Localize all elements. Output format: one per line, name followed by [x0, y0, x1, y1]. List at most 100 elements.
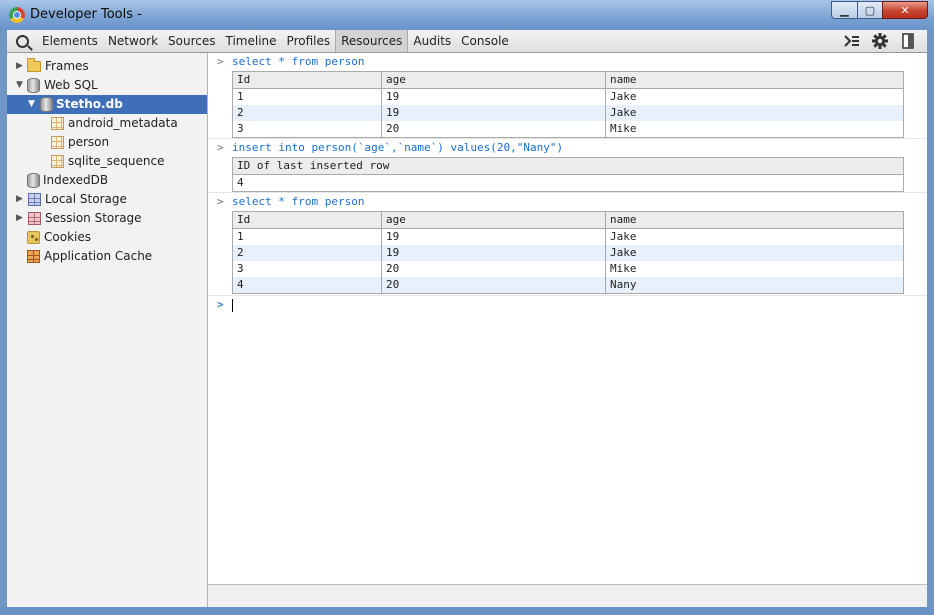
tab-network[interactable]: Network [103, 30, 163, 52]
gear-icon [872, 33, 888, 49]
table-header-row: Id age name [232, 211, 904, 229]
table-cell: 19 [381, 105, 606, 121]
prompt-icon: > [217, 195, 224, 208]
table-cell: Mike [605, 261, 904, 277]
console-entry: > select * from person Id age name 1 19 … [208, 53, 927, 139]
sidebar-item-frames[interactable]: ▶ Frames [7, 57, 207, 76]
table-cell: 1 [232, 88, 382, 105]
table-cell: 20 [381, 277, 606, 294]
minimize-button[interactable]: ▁ [831, 1, 858, 19]
console-entry: > select * from person Id age name 1 19 … [208, 193, 927, 296]
dock-icon [902, 33, 914, 49]
table-row: 4 [232, 174, 904, 192]
sidebar-item-label: Local Storage [45, 192, 127, 206]
column-header[interactable]: name [605, 71, 904, 89]
sidebar-item-application-cache[interactable]: Application Cache [7, 247, 207, 266]
column-header[interactable]: age [381, 211, 606, 229]
expand-arrow-icon[interactable]: ▶ [16, 57, 24, 76]
table-row: 4 20 Nany [232, 277, 904, 294]
column-header[interactable]: Id [232, 211, 382, 229]
table-cell: Jake [605, 228, 904, 245]
maximize-button[interactable]: ▢ [857, 1, 883, 19]
text-caret [232, 299, 233, 312]
table-cell: Jake [605, 88, 904, 105]
table-cell: Jake [605, 245, 904, 261]
table-row: 2 19 Jake [232, 105, 904, 121]
tab-resources[interactable]: Resources [335, 30, 409, 52]
sidebar-item-label: Session Storage [45, 211, 142, 225]
sidebar-item-label: Web SQL [44, 78, 98, 92]
sql-console[interactable]: > select * from person Id age name 1 19 … [208, 53, 927, 584]
tab-console[interactable]: Console [456, 30, 514, 52]
window-title: Developer Tools - [30, 7, 142, 22]
sidebar-item-indexeddb[interactable]: IndexedDB [7, 171, 207, 190]
dock-button[interactable] [897, 32, 919, 50]
devtools-toolbar: Elements Network Sources Timeline Profil… [7, 30, 927, 53]
cache-icon [27, 250, 40, 263]
sidebar-item-label: Frames [45, 59, 89, 73]
table-header-row: ID of last inserted row [232, 157, 904, 175]
collapse-arrow-icon[interactable]: ▼ [28, 95, 36, 114]
database-icon [27, 173, 40, 188]
title-bar: Developer Tools - ▁ ▢ ✕ [0, 0, 934, 30]
result-table: ID of last inserted row 4 [232, 157, 904, 192]
sidebar-item-cookies[interactable]: Cookies [7, 228, 207, 247]
sidebar-item-person[interactable]: person [7, 133, 207, 152]
prompt-icon: > [217, 298, 224, 311]
table-cell: 20 [381, 261, 606, 277]
table-cell: 4 [232, 174, 904, 192]
sidebar-item-label: Stetho.db [56, 97, 123, 111]
tab-audits[interactable]: Audits [408, 30, 456, 52]
table-cell: Nany [605, 277, 904, 294]
tab-sources[interactable]: Sources [163, 30, 220, 52]
column-header[interactable]: Id [232, 71, 382, 89]
table-cell: 19 [381, 88, 606, 105]
close-button[interactable]: ✕ [882, 1, 928, 19]
sidebar-item-label: person [68, 135, 110, 149]
column-header[interactable]: ID of last inserted row [232, 157, 904, 175]
expand-arrow-icon[interactable]: ▶ [16, 209, 24, 228]
table-cell: Mike [605, 121, 904, 138]
cookie-icon [27, 231, 40, 244]
sidebar-item-session-storage[interactable]: ▶ Session Storage [7, 209, 207, 228]
devtools-window: Elements Network Sources Timeline Profil… [7, 30, 927, 607]
minimize-icon: ▁ [840, 3, 849, 17]
storage-icon [28, 212, 41, 225]
table-row: 3 20 Mike [232, 261, 904, 277]
table-header-row: Id age name [232, 71, 904, 89]
tab-timeline[interactable]: Timeline [221, 30, 282, 52]
console-input-line[interactable]: > [208, 296, 927, 316]
table-row: 1 19 Jake [232, 88, 904, 105]
expand-arrow-icon[interactable]: ▶ [16, 190, 24, 209]
result-table: Id age name 1 19 Jake 2 19 Jake 3 20 Mik… [232, 71, 904, 138]
settings-button[interactable] [869, 32, 891, 50]
tab-profiles[interactable]: Profiles [282, 30, 336, 52]
sidebar-item-stetho-db[interactable]: ▼ Stetho.db [7, 95, 207, 114]
toolbar-right [835, 32, 919, 50]
sql-command: select * from person [232, 195, 365, 208]
sidebar-item-local-storage[interactable]: ▶ Local Storage [7, 190, 207, 209]
table-icon [51, 136, 64, 149]
table-cell: 4 [232, 277, 382, 294]
prompt-icon: > [217, 141, 224, 154]
maximize-icon: ▢ [864, 3, 876, 17]
panel-tabs: Elements Network Sources Timeline Profil… [37, 30, 514, 52]
close-icon: ✕ [900, 3, 910, 17]
column-header[interactable]: name [605, 211, 904, 229]
collapse-arrow-icon[interactable]: ▼ [16, 76, 24, 95]
sidebar-item-label: IndexedDB [43, 173, 109, 187]
folder-icon [27, 58, 41, 72]
result-table: Id age name 1 19 Jake 2 19 Jake 3 20 Mik… [232, 211, 904, 294]
sidebar-item-android-metadata[interactable]: android_metadata [7, 114, 207, 133]
sidebar-item-web-sql[interactable]: ▼ Web SQL [7, 76, 207, 95]
sql-command: insert into person(`age`,`name`) values(… [232, 141, 564, 154]
search-icon[interactable] [16, 35, 29, 48]
resources-sidebar: ▶ Frames ▼ Web SQL ▼ Stetho.db android_m… [7, 53, 208, 607]
console-drawer-button[interactable] [841, 32, 863, 50]
sql-command: select * from person [232, 55, 365, 68]
tab-elements[interactable]: Elements [37, 30, 103, 52]
console-entry: > insert into person(`age`,`name`) value… [208, 139, 927, 193]
column-header[interactable]: age [381, 71, 606, 89]
prompt-icon: > [217, 55, 224, 68]
sidebar-item-sqlite-sequence[interactable]: sqlite_sequence [7, 152, 207, 171]
